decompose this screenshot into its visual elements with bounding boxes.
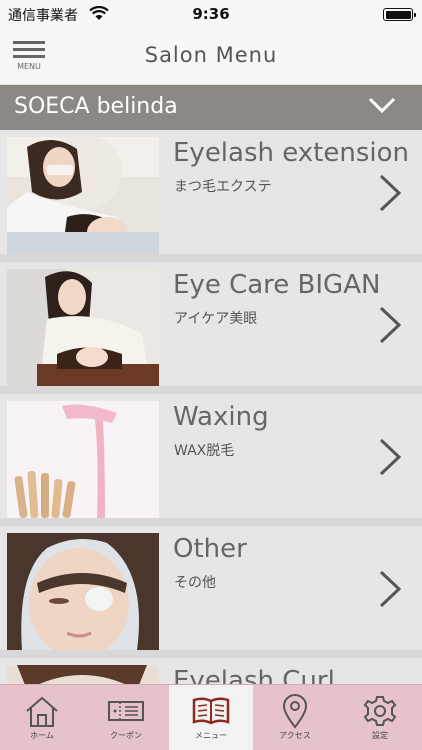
eye-care-photo [7,269,159,386]
menu-item-subtitle: アイケア美眼 [174,311,258,327]
salon-menu-list: Eyelash extension まつ毛エクステ Eye Care BIGAN… [0,130,422,684]
menu-item-subtitle: その他 [174,575,216,591]
salon-selector[interactable]: SOECA belinda [0,85,422,130]
menu-item-title: Eyelash extension [173,138,410,168]
menu-item-title: Other [173,534,247,564]
tab-access[interactable]: アクセス [253,685,337,750]
tab-label: クーポン [110,731,142,740]
menu-item-other[interactable]: Other その他 [0,526,422,650]
waxing-photo [7,401,159,518]
menu-item-title: Waxing [173,402,269,432]
gear-icon [363,696,397,726]
tab-menu[interactable]: メニュー [169,685,253,750]
menu-item-waxing[interactable]: Waxing WAX脱毛 [0,394,422,518]
menu-item-eyelash-extension[interactable]: Eyelash extension まつ毛エクステ [0,130,422,254]
tab-label: メニュー [195,731,227,740]
menu-item-title: Eye Care BIGAN [173,270,381,300]
tab-label: ホーム [30,731,54,740]
page-title: Salon Menu [144,43,278,67]
chevron-right-icon [379,438,402,476]
tab-label: 設定 [372,731,388,740]
chevron-right-icon [379,306,402,344]
tab-home[interactable]: ホーム [0,685,84,750]
tab-label: アクセス [279,731,311,740]
chevron-right-icon [379,570,402,608]
chevron-down-icon [368,97,396,114]
eyelash-extension-photo [7,137,159,254]
other-service-photo [7,533,159,650]
battery-icon [383,8,416,21]
menu-item-eye-care-bigan[interactable]: Eye Care BIGAN アイケア美眼 [0,262,422,386]
tab-coupon[interactable]: クーポン [84,685,168,750]
app-header: MENU Salon Menu [0,28,422,85]
status-time: 9:36 [192,5,230,23]
menu-item-title: Eyelash Curl [173,666,335,684]
home-icon [26,696,58,727]
status-bar: 通信事業者 9:36 [0,0,422,28]
menu-item-subtitle: まつ毛エクステ [174,179,272,195]
menu-item-eyelash-curl[interactable]: Eyelash Curl [0,658,422,684]
menu-item-subtitle: WAX脱毛 [174,443,235,459]
map-pin-icon [282,694,308,729]
salon-name: SOECA belinda [14,94,178,119]
tab-settings[interactable]: 設定 [338,685,422,750]
coupon-icon [108,701,144,721]
chevron-right-icon [379,174,402,212]
eyelash-curl-photo [7,665,159,684]
tab-bar: ホーム クーポン メニュー アクセス 設定 [0,684,422,750]
menu-book-icon [192,697,230,725]
